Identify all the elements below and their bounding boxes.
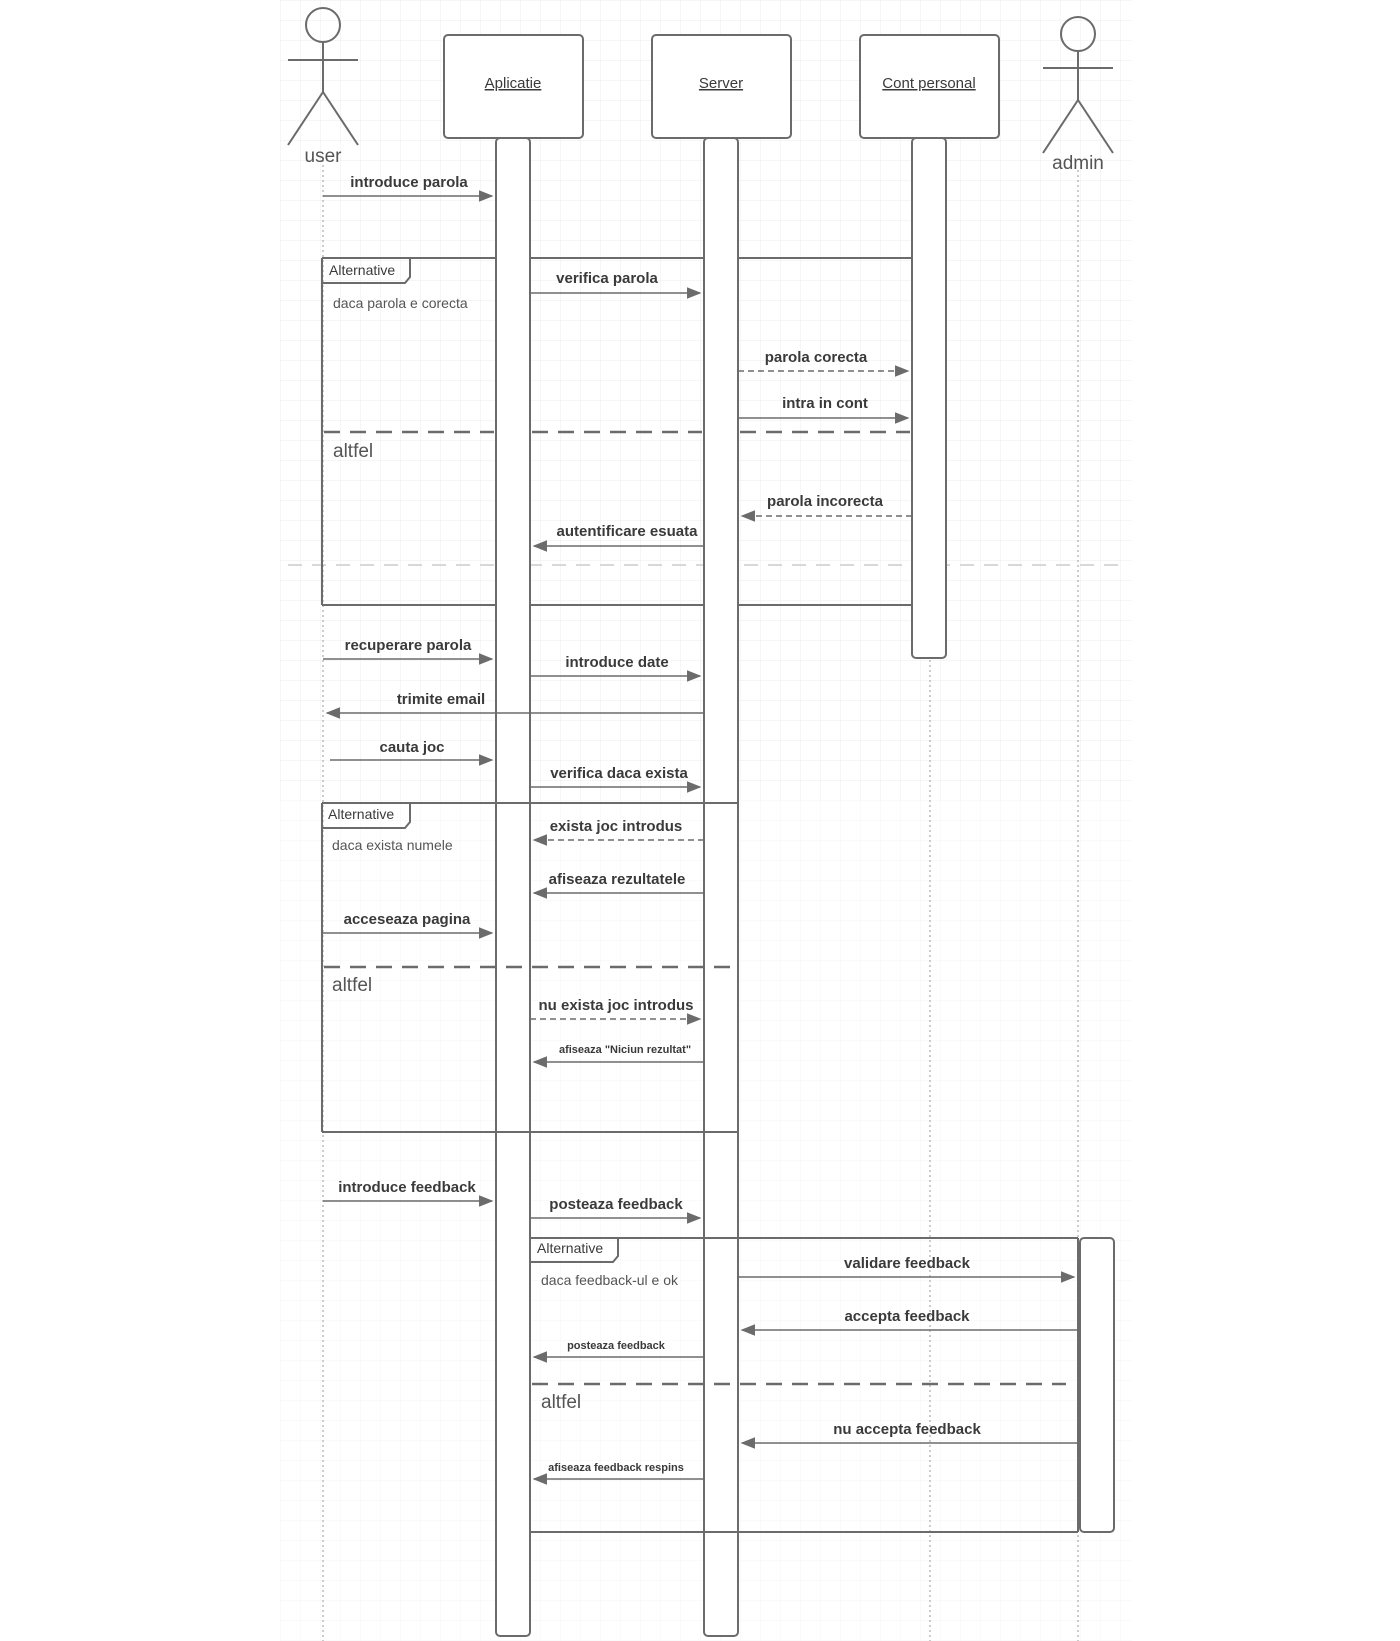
server-title: Server (699, 75, 743, 92)
msg-label-introduce-parola: introduce parola (350, 174, 468, 191)
alt-tag-3: Alternative (537, 1240, 603, 1256)
participant-cont: Cont personal (859, 34, 1000, 139)
msg-label-afiseaza-rezultatele: afiseaza rezultatele (549, 871, 686, 888)
aplicatie-activation (495, 137, 531, 1637)
msg-label-posteaza-feedback: posteaza feedback (549, 1196, 683, 1213)
msg-label-introduce-feedback: introduce feedback (338, 1179, 476, 1196)
msg-label-validare-feedback: validare feedback (844, 1255, 971, 1272)
alt-tag-2: Alternative (328, 806, 394, 822)
else-label-3: altfel (541, 1392, 581, 1413)
guard-3: daca feedback-ul e ok (541, 1272, 679, 1288)
msg-label-trimite-email: trimite email (397, 691, 485, 708)
msg-label-introduce-date: introduce date (565, 654, 668, 671)
msg-label-recuperare-parola: recuperare parola (345, 637, 472, 654)
cont-activation (911, 137, 947, 659)
admin-activation (1079, 1237, 1115, 1533)
msg-label-niciun-rezultat: afiseaza "Niciun rezultat" (559, 1044, 691, 1056)
sequence-diagram-canvas: Aplicatie Server Cont personal user admi… (0, 0, 1400, 1641)
msg-label-parola-corecta: parola corecta (765, 349, 868, 366)
msg-label-accepta-feedback: accepta feedback (844, 1308, 970, 1325)
guard-1: daca parola e corecta (333, 295, 468, 311)
alt-tag-1: Alternative (329, 262, 395, 278)
msg-label-verifica-parola: verifica parola (556, 270, 658, 287)
msg-label-intra-in-cont: intra in cont (782, 395, 868, 412)
msg-label-posteaza-feedback-2: posteaza feedback (567, 1340, 666, 1352)
else-label-2: altfel (332, 975, 372, 996)
msg-label-parola-incorecta: parola incorecta (767, 493, 884, 510)
cont-title: Cont personal (882, 75, 975, 92)
admin-actor-name: admin (1052, 153, 1104, 174)
msg-label-nu-accepta-feedback: nu accepta feedback (833, 1421, 981, 1438)
msg-label-cauta-joc: cauta joc (379, 739, 444, 756)
aplicatie-title: Aplicatie (485, 75, 542, 92)
guard-2: daca exista numele (332, 837, 453, 853)
else-label-1: altfel (333, 441, 373, 462)
msg-label-nu-exista-joc-introdus: nu exista joc introdus (538, 997, 693, 1014)
msg-label-autentificare-esuata: autentificare esuata (557, 523, 699, 540)
msg-label-afiseaza-feedback-respins: afiseaza feedback respins (548, 1462, 684, 1474)
sequence-diagram: Aplicatie Server Cont personal user admi… (280, 0, 1132, 1641)
msg-label-acceseaza-pagina: acceseaza pagina (344, 911, 471, 928)
msg-label-exista-joc-introdus: exista joc introdus (550, 818, 683, 835)
participant-aplicatie: Aplicatie (443, 34, 584, 139)
server-activation (703, 137, 739, 1637)
participant-server: Server (651, 34, 792, 139)
user-actor-name: user (305, 146, 343, 167)
msg-label-verifica-daca-exista: verifica daca exista (550, 765, 688, 782)
